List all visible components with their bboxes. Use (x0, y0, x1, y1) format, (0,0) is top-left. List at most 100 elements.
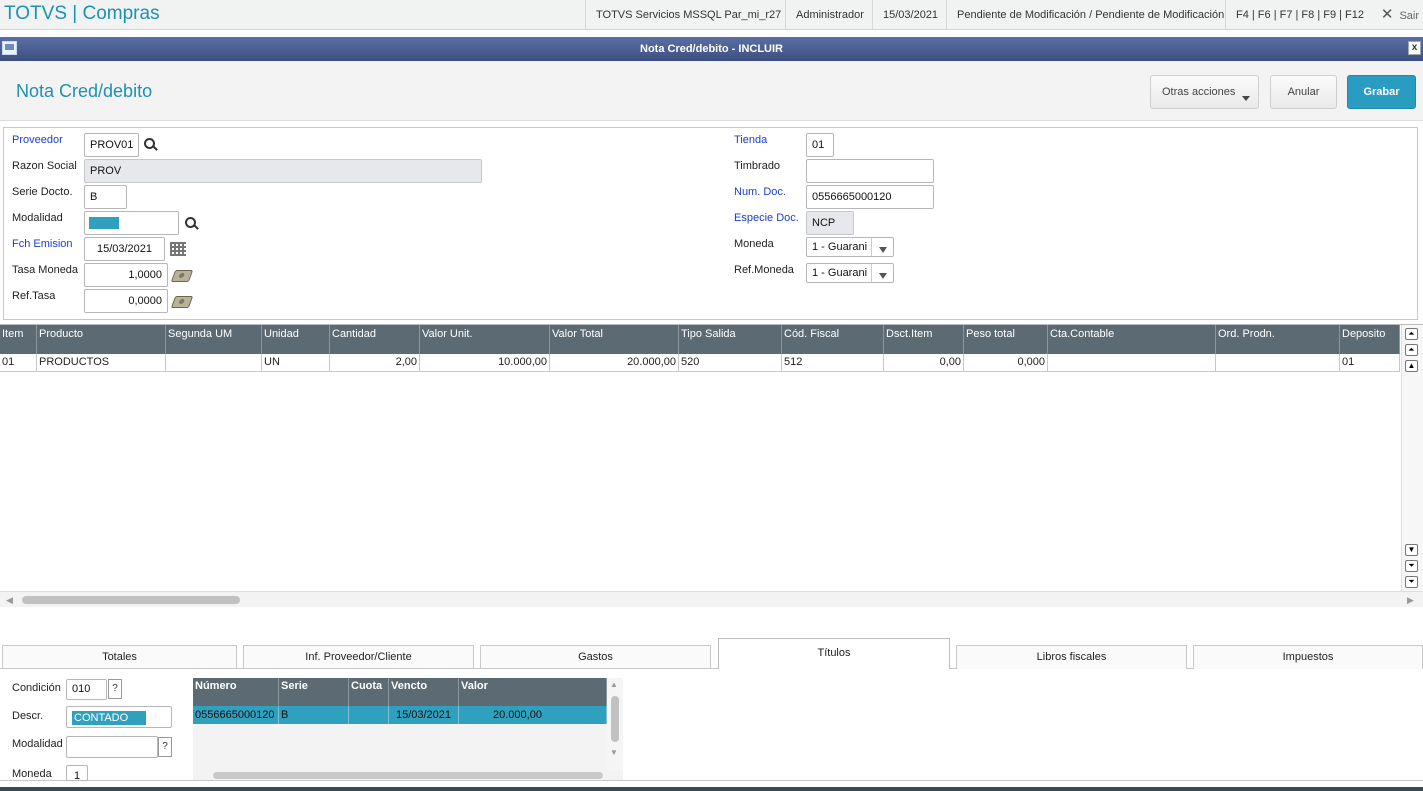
scroll-left-icon[interactable]: ◀ (6, 595, 13, 606)
scroll-thumb[interactable] (611, 696, 619, 742)
table-cell[interactable]: 2,00 (330, 354, 420, 372)
horizontal-scrollbar[interactable]: ◀ ▶ (0, 591, 1423, 607)
modalidad-label: Modalidad (12, 212, 63, 224)
exit-button[interactable]: ✕ Sair (1381, 0, 1419, 30)
column-header[interactable]: Cantidad (330, 325, 420, 354)
vertical-scrollbar[interactable]: ▲ ▼ (607, 678, 623, 770)
cancel-button[interactable]: Anular (1270, 75, 1337, 109)
fch-emision-input[interactable]: 15/03/2021 (84, 237, 165, 261)
column-header[interactable]: Serie (279, 678, 349, 706)
serie-docto-input[interactable]: B (84, 185, 127, 209)
column-header[interactable]: Vencto (389, 678, 459, 706)
moneda-tit-input[interactable]: 1 (66, 765, 88, 781)
tasa-moneda-input[interactable]: 1,0000 (84, 263, 168, 287)
page-header: Nota Cred/debito Otras acciones Anular G… (0, 61, 1423, 121)
table-cell[interactable]: 0,00 (884, 354, 964, 372)
column-header[interactable]: Unidad (262, 325, 330, 354)
column-header[interactable]: Valor Total (550, 325, 679, 354)
tab-gastos[interactable]: Gastos (480, 645, 711, 669)
scroll-bottom-icon[interactable]: ⏷ (1405, 576, 1418, 588)
descr-value: CONTADO (72, 711, 146, 725)
column-header[interactable]: Peso total (964, 325, 1048, 354)
table-cell[interactable] (1216, 354, 1340, 372)
table-cell[interactable]: 10.000,00 (420, 354, 550, 372)
tienda-input[interactable]: 01 (806, 133, 834, 157)
column-header[interactable]: Cta.Contable (1048, 325, 1216, 354)
table-cell[interactable]: 01 (0, 354, 37, 372)
column-header[interactable]: Cód. Fiscal (782, 325, 884, 354)
moneda-select[interactable]: 1 - Guarani (806, 237, 894, 257)
money-icon[interactable] (170, 270, 194, 282)
num-doc-input[interactable]: 0556665000120 (806, 185, 934, 209)
table-cell[interactable] (349, 706, 389, 724)
chevron-down-icon (871, 264, 893, 282)
scroll-page-down-icon[interactable]: ⏷ (1405, 560, 1418, 572)
table-cell[interactable] (166, 354, 262, 372)
modalidad-input[interactable] (84, 211, 179, 235)
table-cell[interactable]: 0556665000120 (193, 706, 279, 724)
vertical-scrollbar[interactable]: ⏶ ⏶ ▲ ▼ ⏷ ⏷ (1401, 325, 1423, 591)
tab-libros-fiscales[interactable]: Libros fiscales (956, 645, 1187, 669)
column-header[interactable]: Valor (459, 678, 607, 706)
scroll-up-icon[interactable]: ▲ (1405, 360, 1418, 372)
column-header[interactable]: Segunda UM (166, 325, 262, 354)
search-icon[interactable] (184, 216, 200, 232)
money-icon[interactable] (170, 296, 194, 308)
table-cell[interactable]: 0,000 (964, 354, 1048, 372)
razon-social-label: Razon Social (12, 160, 77, 172)
scroll-thumb[interactable] (22, 596, 240, 604)
ref-tasa-input[interactable]: 0,0000 (84, 289, 168, 313)
condicion-input[interactable]: 010 (66, 679, 107, 700)
tab-impuestos[interactable]: Impuestos (1193, 645, 1423, 669)
column-header[interactable]: Item (0, 325, 37, 354)
table-cell[interactable]: PRODUCTOS (37, 354, 166, 372)
other-actions-button[interactable]: Otras acciones (1150, 75, 1259, 109)
table-cell[interactable]: 20.000,00 (550, 354, 679, 372)
column-header[interactable]: Dsct.Item (884, 325, 964, 354)
table-cell[interactable] (1048, 354, 1216, 372)
search-icon[interactable] (143, 137, 159, 153)
column-header[interactable]: Número (193, 678, 279, 706)
table-cell[interactable]: B (279, 706, 349, 724)
column-header[interactable]: Producto (37, 325, 166, 354)
column-header[interactable]: Cuota (349, 678, 389, 706)
scroll-down-icon[interactable]: ▼ (1405, 544, 1418, 556)
num-doc-label: Num. Doc. (734, 186, 786, 198)
tab-inf-proveedor-cliente[interactable]: Inf. Proveedor/Cliente (243, 645, 474, 669)
column-header[interactable]: Tipo Salida (679, 325, 782, 354)
descr-input[interactable]: CONTADO (66, 706, 172, 728)
table-cell[interactable]: 20.000,00 (459, 706, 607, 724)
exit-label: Sair (1399, 10, 1419, 22)
modalidad-tit-input[interactable] (66, 736, 158, 758)
calendar-icon[interactable] (170, 242, 186, 256)
scroll-thumb[interactable] (213, 772, 603, 779)
window-icon (2, 41, 17, 55)
table-cell[interactable]: UN (262, 354, 330, 372)
scroll-right-icon[interactable]: ▶ (1407, 595, 1414, 606)
table-cell[interactable]: 520 (679, 354, 782, 372)
table-cell[interactable]: 01 (1340, 354, 1400, 372)
page-title: Nota Cred/debito (16, 81, 153, 101)
horizontal-scrollbar[interactable] (193, 770, 623, 780)
scroll-down-icon[interactable]: ▼ (610, 748, 618, 757)
especie-doc-input[interactable]: NCP (806, 211, 854, 235)
column-header[interactable]: Valor Unit. (420, 325, 550, 354)
table-cell[interactable]: 512 (782, 354, 884, 372)
razon-social-input[interactable]: PROV (84, 159, 482, 183)
timbrado-input[interactable] (806, 159, 934, 183)
column-header[interactable]: Ord. Prodn. (1216, 325, 1340, 354)
scroll-page-up-icon[interactable]: ⏶ (1405, 344, 1418, 356)
proveedor-input[interactable]: PROV01 (84, 133, 139, 157)
tab-totales[interactable]: Totales (2, 645, 237, 669)
column-header[interactable]: Deposito (1340, 325, 1400, 354)
save-button[interactable]: Grabar (1347, 75, 1416, 109)
scroll-up-icon[interactable]: ▲ (610, 680, 618, 689)
modalidad-help-button[interactable]: ? (158, 737, 172, 757)
tab-titulos[interactable]: Títulos (718, 638, 950, 669)
ref-moneda-value: 1 - Guarani (812, 267, 868, 279)
window-close-button[interactable]: x (1408, 41, 1421, 55)
table-cell[interactable]: 15/03/2021 (389, 706, 459, 724)
condicion-help-button[interactable]: ? (108, 679, 122, 699)
ref-moneda-select[interactable]: 1 - Guarani (806, 263, 894, 283)
scroll-top-icon[interactable]: ⏶ (1405, 328, 1418, 340)
